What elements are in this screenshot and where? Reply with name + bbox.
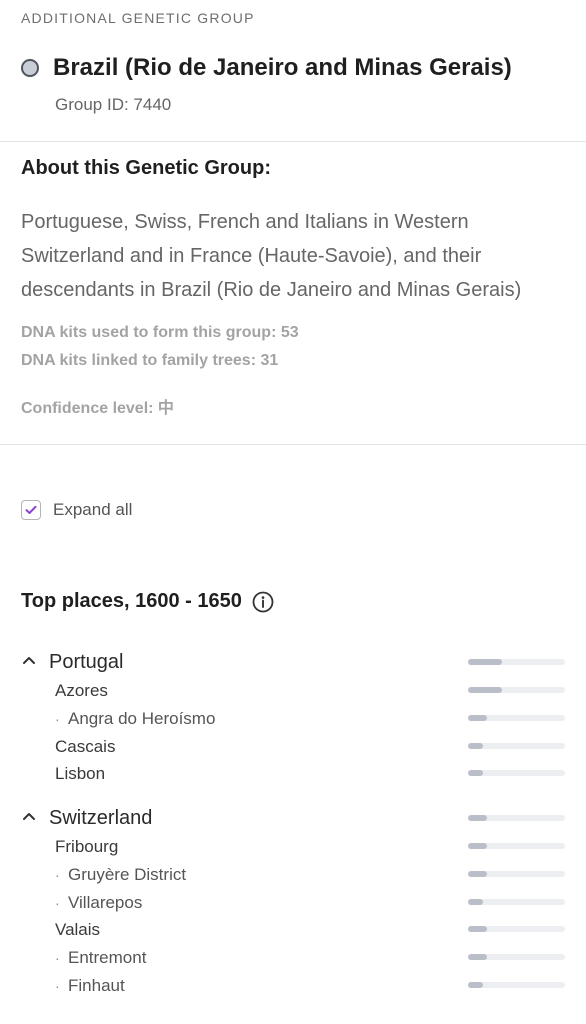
confidence-level: Confidence level: 中 <box>21 400 174 417</box>
chevron-up-icon[interactable] <box>22 811 36 821</box>
region-row: Lisbon <box>0 762 586 786</box>
place-share-bar <box>468 870 565 877</box>
place-share-bar <box>468 843 565 849</box>
bullet-icon: · <box>55 978 60 994</box>
place-share-bar-fill <box>468 870 488 877</box>
place-share-bar-fill <box>468 714 488 721</box>
region-name: Valais <box>55 920 101 940</box>
bullet-icon: · <box>55 950 60 967</box>
place-share-bar <box>468 982 565 988</box>
subregion-row: · Gruyère District <box>0 863 586 887</box>
country-name: Switzerland <box>49 807 153 829</box>
info-icon[interactable] <box>252 591 274 613</box>
place-share-bar-fill <box>468 982 483 988</box>
country-name: Portugal <box>49 651 124 673</box>
check-icon <box>25 505 37 514</box>
region-name: Lisbon <box>55 764 106 784</box>
group-header: Brazil (Rio de Janeiro and Minas Gerais) <box>21 54 512 82</box>
place-share-bar-fill <box>468 659 502 665</box>
bullet-icon: · <box>55 894 60 911</box>
place-share-bar-fill <box>468 843 488 849</box>
divider <box>0 444 586 445</box>
region-row: Valais <box>0 918 586 942</box>
subregion-row: · Finhaut <box>0 974 586 998</box>
section-label: ADDITIONAL GENETIC GROUP <box>21 10 255 26</box>
place-share-bar <box>468 770 565 777</box>
region-name: Fribourg <box>55 837 119 856</box>
place-share-bar-fill <box>468 815 488 821</box>
place-share-bar-fill <box>468 687 502 693</box>
about-title: About this Genetic Group: <box>21 157 271 179</box>
divider <box>0 141 586 142</box>
group-id: Group ID: 7440 <box>55 95 172 114</box>
expand-all-checkbox[interactable] <box>21 500 41 520</box>
subregion-name: Entremont <box>68 948 147 968</box>
expand-all-toggle[interactable]: Expand all <box>21 500 132 520</box>
region-name: Cascais <box>55 736 116 756</box>
bullet-icon: · <box>55 710 60 727</box>
region-row: Azores <box>0 679 586 703</box>
place-share-bar-fill <box>468 954 488 961</box>
top-places-header: Top places, 1600 - 1650 <box>21 590 274 613</box>
place-share-bar <box>468 714 565 721</box>
place-share-bar <box>468 659 565 665</box>
country-row[interactable]: Switzerland <box>0 806 586 830</box>
kits-formed-stat: DNA kits used to form this group: 53 <box>21 324 299 341</box>
group-color-dot <box>21 59 39 77</box>
subregion-name: Angra do Heroísmo <box>68 708 216 728</box>
subregion-name: Villarepos <box>68 892 143 912</box>
subregion-row: · Angra do Heroísmo <box>0 707 586 731</box>
place-share-bar <box>468 687 565 693</box>
place-share-bar-fill <box>468 770 483 777</box>
subregion-name: Finhaut <box>68 976 125 995</box>
region-name: Azores <box>55 681 108 700</box>
place-share-bar <box>468 954 565 961</box>
about-description: Portuguese, Swiss, French and Italians i… <box>21 211 522 301</box>
place-share-bar-fill <box>468 742 483 749</box>
place-share-bar <box>468 926 565 933</box>
expand-all-label: Expand all <box>53 500 133 519</box>
place-share-bar-fill <box>468 926 488 933</box>
place-share-bar <box>468 815 565 821</box>
region-row: Cascais <box>0 735 586 759</box>
subregion-row: · Entremont <box>0 946 586 970</box>
subregion-row: · Villarepos <box>0 891 586 915</box>
place-share-bar <box>468 742 565 749</box>
chevron-up-icon[interactable] <box>22 655 36 665</box>
top-places-title: Top places, 1600 - 1650 <box>21 590 242 612</box>
place-share-bar-fill <box>468 898 483 905</box>
country-row[interactable]: Portugal <box>0 650 586 674</box>
place-share-bar <box>468 898 565 905</box>
subregion-name: Gruyère District <box>68 864 187 884</box>
bullet-icon: · <box>55 866 60 883</box>
region-row: Fribourg <box>0 835 586 859</box>
group-name: Brazil (Rio de Janeiro and Minas Gerais) <box>53 54 512 81</box>
kits-linked-stat: DNA kits linked to family trees: 31 <box>21 352 279 369</box>
